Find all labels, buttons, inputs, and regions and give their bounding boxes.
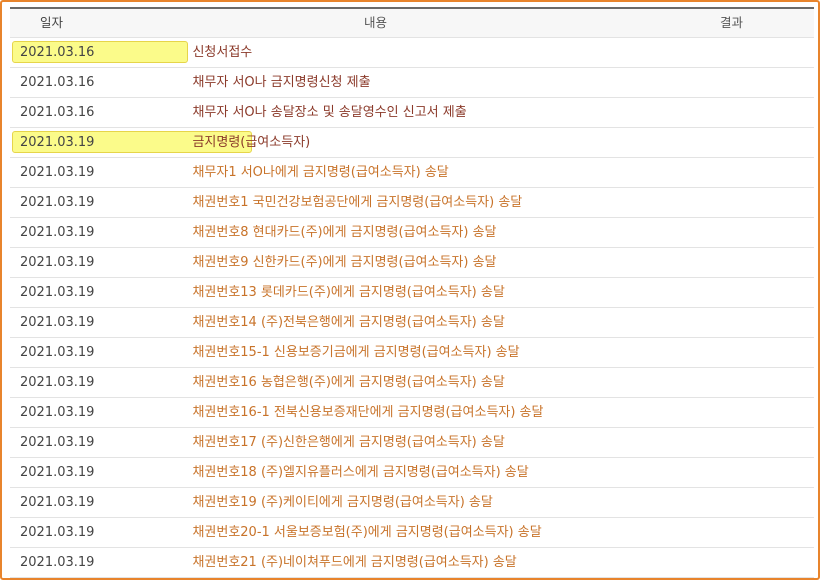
row-date: 2021.03.19 xyxy=(20,465,95,480)
row-date: 2021.03.19 xyxy=(20,435,95,450)
row-content: 채권번호14 (주)전북은행에게 금지명령(급여소득자) 송달 xyxy=(192,315,505,330)
case-progress-panel: 일자 내용 결과 2021.03.16 신청서접수 2021.03.16 채무자 서O… xyxy=(0,0,820,580)
row-date: 2021.03.19 xyxy=(20,345,95,360)
table-row: 2021.03.19 채무자1 서O나에게 금지명령(급여소득자) 송달 xyxy=(10,158,814,188)
row-content: 채권번호9 신한카드(주)에게 금지명령(급여소득자) 송달 xyxy=(192,255,497,270)
row-content: 채권번호18 (주)엘지유플러스에게 금지명령(급여소득자) 송달 xyxy=(192,465,529,480)
row-date: 2021.03.19 xyxy=(20,195,95,210)
table-row: 2021.03.19 채권번호14 (주)전북은행에게 금지명령(급여소득자) 송… xyxy=(10,308,814,338)
row-date: 2021.03.19 xyxy=(20,255,95,270)
row-content: 채권번호15-1 신용보증기금에게 금지명령(급여소득자) 송달 xyxy=(192,345,520,360)
table-row: 2021.03.19 채권번호16 농협은행(주)에게 금지명령(급여소득자) 송… xyxy=(10,368,814,398)
row-content: 채무자 서O나 금지명령신청 제출 xyxy=(192,75,371,90)
row-date: 2021.03.16 xyxy=(20,105,95,120)
table-row: 2021.03.19 채권번호8 현대카드(주)에게 금지명령(급여소득자) 송달 xyxy=(10,218,814,248)
row-date: 2021.03.19 xyxy=(20,165,95,180)
row-content: 채권번호16 농협은행(주)에게 금지명령(급여소득자) 송달 xyxy=(192,375,505,390)
row-date: 2021.03.19 xyxy=(20,285,95,300)
table-row: 2021.03.16 채무자 서O나 금지명령신청 제출 xyxy=(10,68,814,98)
row-date: 2021.03.16 xyxy=(20,75,95,90)
table-row: 2021.03.19 채권번호16-1 전북신용보증재단에게 금지명령(급여소득자… xyxy=(10,398,814,428)
row-date: 2021.03.16 xyxy=(20,45,95,60)
table-body: 2021.03.16 신청서접수 2021.03.16 채무자 서O나 금지명령신청 … xyxy=(10,38,814,578)
row-content: 채권번호20-1 서울보증보험(주)에게 금지명령(급여소득자) 송달 xyxy=(192,525,542,540)
row-content: 채권번호13 롯데카드(주)에게 금지명령(급여소득자) 송달 xyxy=(192,285,505,300)
table-row: 2021.03.19 채권번호9 신한카드(주)에게 금지명령(급여소득자) 송달 xyxy=(10,248,814,278)
row-date: 2021.03.19 xyxy=(20,525,95,540)
row-content: 채무자 서O나 송달장소 및 송달영수인 신고서 제출 xyxy=(192,105,467,120)
table-row: 2021.03.16 채무자 서O나 송달장소 및 송달영수인 신고서 제출 xyxy=(10,98,814,128)
row-content: 채권번호16-1 전북신용보증재단에게 금지명령(급여소득자) 송달 xyxy=(192,405,544,420)
table-row: 2021.03.19 채권번호1 국민건강보험공단에게 금지명령(급여소득자) 송… xyxy=(10,188,814,218)
row-date: 2021.03.19 xyxy=(20,135,95,150)
table-row: 2021.03.19 채권번호15-1 신용보증기금에게 금지명령(급여소득자) … xyxy=(10,338,814,368)
header-date: 일자 xyxy=(40,15,64,30)
table-row: 2021.03.19 채권번호21 (주)네이쳐푸드에게 금지명령(급여소득자) … xyxy=(10,548,814,578)
header-result: 결과 xyxy=(720,15,744,30)
row-date: 2021.03.19 xyxy=(20,225,95,240)
row-content: 신청서접수 xyxy=(192,45,253,60)
row-date: 2021.03.19 xyxy=(20,375,95,390)
table-header: 일자 내용 결과 xyxy=(10,9,814,38)
table-row: 2021.03.19 채권번호19 (주)케이티에게 금지명령(급여소득자) 송달 xyxy=(10,488,814,518)
table-row: 2021.03.19 채권번호13 롯데카드(주)에게 금지명령(급여소득자) 송… xyxy=(10,278,814,308)
row-content: 채권번호1 국민건강보험공단에게 금지명령(급여소득자) 송달 xyxy=(192,195,523,210)
progress-table: 일자 내용 결과 2021.03.16 신청서접수 2021.03.16 채무자 서O… xyxy=(10,7,814,578)
header-content: 내용 xyxy=(364,15,388,30)
row-content: 채무자1 서O나에게 금지명령(급여소득자) 송달 xyxy=(192,165,449,180)
row-date: 2021.03.19 xyxy=(20,555,95,570)
row-date: 2021.03.19 xyxy=(20,405,95,420)
table-row: 2021.03.19 금지명령(급여소득자) xyxy=(10,128,814,158)
table-row: 2021.03.19 채권번호17 (주)신한은행에게 금지명령(급여소득자) 송… xyxy=(10,428,814,458)
table-row: 2021.03.19 채권번호20-1 서울보증보험(주)에게 금지명령(급여소득… xyxy=(10,518,814,548)
row-date: 2021.03.19 xyxy=(20,315,95,330)
table-row: 2021.03.16 신청서접수 xyxy=(10,38,814,68)
row-content: 채권번호17 (주)신한은행에게 금지명령(급여소득자) 송달 xyxy=(192,435,505,450)
row-content: 채권번호19 (주)케이티에게 금지명령(급여소득자) 송달 xyxy=(192,495,493,510)
row-content: 금지명령(급여소득자) xyxy=(192,135,311,150)
row-content: 채권번호8 현대카드(주)에게 금지명령(급여소득자) 송달 xyxy=(192,225,497,240)
table-row: 2021.03.19 채권번호18 (주)엘지유플러스에게 금지명령(급여소득자)… xyxy=(10,458,814,488)
row-date: 2021.03.19 xyxy=(20,495,95,510)
row-content: 채권번호21 (주)네이쳐푸드에게 금지명령(급여소득자) 송달 xyxy=(192,555,517,570)
